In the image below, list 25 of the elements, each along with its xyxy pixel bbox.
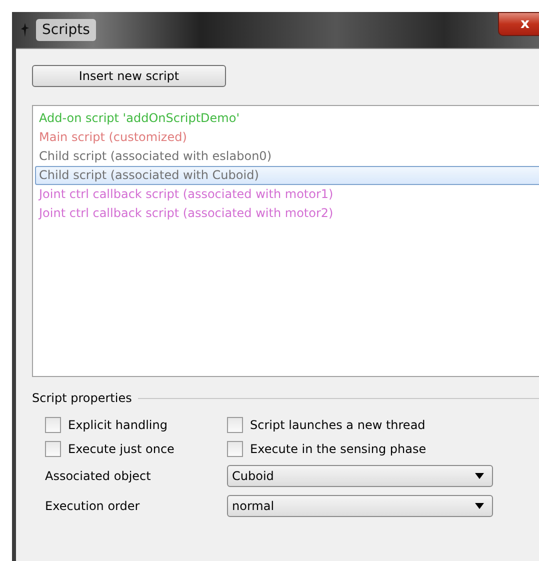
checkbox[interactable] [227, 441, 243, 457]
script-list-item[interactable]: Add-on script 'addOnScriptDemo' [35, 109, 539, 128]
script-list-item[interactable]: Main script (customized) [35, 128, 539, 147]
field-label: Execution order [45, 499, 141, 513]
checkbox-label: Execute just once [68, 442, 174, 456]
script-list-item[interactable]: Child script (associated with eslabon0) [35, 147, 539, 166]
checkbox-label: Explicit handling [68, 418, 168, 432]
checkbox-label: Execute in the sensing phase [250, 442, 426, 456]
caret-icon [475, 473, 484, 479]
script-list-item[interactable]: Joint ctrl callback script (associated with motor1) [35, 185, 539, 204]
window-title: Scripts [36, 19, 96, 41]
close-button[interactable]: x [498, 12, 539, 36]
group-title: Script properties [32, 391, 132, 405]
app-logo-icon [20, 23, 30, 37]
dropdown[interactable]: normal [227, 495, 493, 517]
checkbox[interactable] [227, 417, 243, 433]
dropdown[interactable]: Cuboid [227, 465, 493, 487]
script-list-item[interactable]: Joint ctrl callback script (associated with motor2) [35, 204, 539, 223]
field-label: Associated object [45, 469, 152, 483]
checkbox[interactable] [45, 441, 61, 457]
script-list-item[interactable]: Child script (associated with Cuboid) [35, 166, 539, 185]
insert-script-button[interactable]: Insert new script [32, 65, 226, 87]
caret-icon [475, 503, 484, 509]
checkbox-label: Script launches a new thread [250, 418, 426, 432]
checkbox[interactable] [45, 417, 61, 433]
